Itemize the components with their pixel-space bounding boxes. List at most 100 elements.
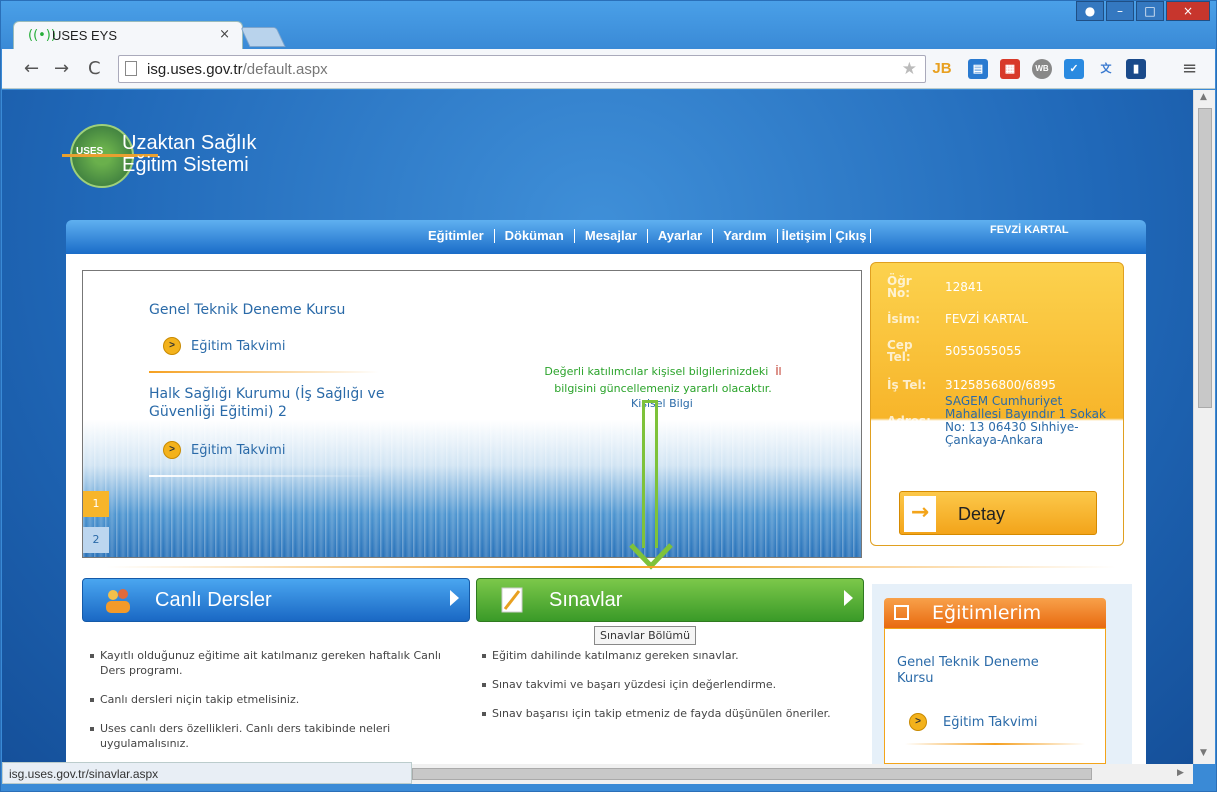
- canli-dersler-header[interactable]: Canlı Dersler: [82, 578, 470, 622]
- menu-iletisim[interactable]: İletişim: [778, 229, 832, 243]
- egitimlerim-course[interactable]: Genel Teknik Deneme Kursu: [897, 655, 1039, 687]
- pencil-paper-icon: [497, 585, 527, 615]
- menu-yardim[interactable]: Yardım: [713, 229, 778, 243]
- egitimlerim-header[interactable]: Eğitimlerim: [884, 598, 1106, 628]
- bookmark-star-icon[interactable]: ★: [902, 59, 917, 79]
- list-item[interactable]: Sınav başarısı için takip etmeniz de fay…: [482, 706, 852, 721]
- cep-value: 5055055055: [945, 344, 1022, 358]
- user-icon[interactable]: ●: [1076, 1, 1104, 21]
- maximize-button[interactable]: □: [1136, 1, 1164, 21]
- ogr-no-value: 12841: [945, 280, 984, 294]
- list-item[interactable]: Sınav takvimi ve başarı yüzdesi için değ…: [482, 677, 852, 692]
- divider: [149, 475, 379, 477]
- sinavlar-tooltip: Sınavlar Bölümü: [594, 626, 697, 645]
- chevron-right-icon: >: [163, 441, 181, 459]
- username: FEVZİ KARTAL: [990, 224, 1069, 236]
- close-icon[interactable]: ×: [219, 27, 230, 42]
- sinavlar-header[interactable]: Sınavlar: [476, 578, 864, 622]
- egitimlerim-body: Genel Teknik Deneme Kursu > Eğitim Takvi…: [884, 628, 1106, 764]
- info-adres: Adres: SAGEM Cumhuriyet Mahallesi Bayınd…: [887, 395, 1106, 447]
- browser-window: ((•)) USES EYS × ● – □ × ← → C isg.uses.…: [0, 0, 1217, 792]
- red-extension-icon[interactable]: ▦: [1000, 59, 1020, 79]
- tab-title: USES EYS: [52, 28, 118, 43]
- menu-dokuman[interactable]: Döküman: [495, 229, 575, 243]
- menu-cikis[interactable]: Çıkış: [831, 229, 872, 243]
- info-key: İş Tel:: [887, 378, 927, 392]
- info-key: Adres:: [887, 414, 931, 428]
- student-info-panel: Öğr No: 12841 İsim: FEVZİ KARTAL Cep Tel: …: [870, 262, 1124, 546]
- notice-il: İl: [775, 365, 782, 378]
- scroll-right-icon[interactable]: ▶: [1177, 768, 1184, 778]
- people-icon: [103, 585, 133, 615]
- menu-icon[interactable]: ≡: [1182, 58, 1197, 79]
- menu-mesajlar[interactable]: Mesajlar: [575, 229, 648, 243]
- new-tab-button[interactable]: [240, 27, 286, 47]
- calendar-extension-icon[interactable]: ▤: [968, 59, 988, 79]
- chevron-right-icon: [450, 590, 459, 606]
- info-key: Öğr No:: [887, 274, 912, 300]
- section-divider: [106, 566, 1116, 568]
- forward-icon[interactable]: →: [54, 58, 69, 79]
- divider: [149, 371, 379, 373]
- menu-links: Eğitimler Döküman Mesajlar Ayarlar Yardı…: [418, 229, 872, 243]
- sinavlar-label: Sınavlar: [549, 589, 623, 611]
- sinavlar-list: Eğitim dahilinde katılmanız gereken sına…: [482, 648, 852, 735]
- minimize-button[interactable]: –: [1106, 1, 1134, 21]
- chevron-right-icon: [844, 590, 853, 606]
- page-viewport: USES Uzaktan Sağlık Eğitim Sistemi Eğiti…: [2, 90, 1193, 764]
- reload-icon[interactable]: C: [88, 58, 101, 79]
- check-extension-icon[interactable]: ✓: [1064, 59, 1084, 79]
- chart-extension-icon[interactable]: ▮: [1126, 59, 1146, 79]
- banner-decoration: [83, 411, 861, 557]
- back-icon[interactable]: ←: [24, 58, 39, 79]
- menu-egitimler[interactable]: Eğitimler: [418, 229, 495, 243]
- translate-extension-icon[interactable]: 文: [1096, 59, 1116, 79]
- detay-button[interactable]: → Detay: [899, 491, 1097, 535]
- scroll-thumb[interactable]: [1198, 108, 1212, 408]
- browser-tab[interactable]: ((•)) USES EYS ×: [13, 21, 243, 49]
- title-bar: ((•)) USES EYS × ● – □ ×: [1, 1, 1216, 49]
- divider: [905, 743, 1085, 745]
- status-bar: isg.uses.gov.tr/sinavlar.aspx: [2, 762, 412, 784]
- url-text: isg.uses.gov.tr/default.aspx: [147, 61, 328, 78]
- horizontal-scroll-thumb[interactable]: [412, 768, 1092, 780]
- list-icon: [894, 605, 909, 620]
- notice-line1: Değerli katılımcılar kişisel bilgilerini…: [544, 365, 769, 378]
- info-cep: Cep Tel: 5055055055: [887, 339, 1021, 363]
- course-2-line2: Güvenliği Eğitimi) 2: [149, 404, 287, 420]
- list-item[interactable]: Uses canlı ders özellikleri. Canlı ders …: [90, 721, 460, 751]
- egitimlerim-takvim-link[interactable]: > Eğitim Takvimi: [909, 713, 1037, 731]
- list-item[interactable]: Kayıtlı olduğunuz eğitime ait katılmanız…: [90, 648, 460, 678]
- address-bar[interactable]: isg.uses.gov.tr/default.aspx ★: [118, 55, 926, 83]
- banner-page-1[interactable]: 1: [83, 491, 109, 517]
- arrow-right-icon: →: [904, 496, 936, 532]
- scroll-down-icon[interactable]: ▼: [1200, 748, 1207, 758]
- banner-page-2[interactable]: 2: [83, 527, 109, 553]
- canli-dersler-list: Kayıtlı olduğunuz eğitime ait katılmanız…: [90, 648, 460, 764]
- close-window-button[interactable]: ×: [1166, 1, 1210, 21]
- isim-value: FEVZİ KARTAL: [945, 312, 1028, 326]
- egitim-takvimi-link-2[interactable]: > Eğitim Takvimi: [163, 441, 285, 459]
- detay-label: Detay: [958, 504, 1006, 524]
- page-icon: [125, 61, 137, 76]
- info-key: Cep Tel:: [887, 338, 913, 364]
- notice-text: Değerli katılımcılar kişisel bilgilerini…: [513, 363, 813, 397]
- site-title-line2: Eğitim Sistemi: [122, 154, 249, 176]
- banner-course-1[interactable]: Genel Teknik Deneme Kursu: [149, 301, 345, 319]
- list-item[interactable]: Eğitim dahilinde katılmanız gereken sına…: [482, 648, 852, 663]
- scroll-up-icon[interactable]: ▲: [1200, 92, 1207, 102]
- is-tel-value: 3125856800/6895: [945, 378, 1056, 392]
- main-menu: Eğitimler Döküman Mesajlar Ayarlar Yardı…: [66, 220, 1146, 254]
- menu-ayarlar[interactable]: Ayarlar: [648, 229, 714, 243]
- jb-extension-icon[interactable]: JB: [932, 59, 952, 79]
- egitim-takvimi-link-1[interactable]: > Eğitim Takvimi: [163, 337, 285, 355]
- banner-course-2[interactable]: Halk Sağlığı Kurumu (İş Sağlığı ve Güven…: [149, 385, 384, 421]
- kisisel-bilgi-link[interactable]: Kişisel Bilgi: [631, 397, 693, 410]
- vertical-scrollbar[interactable]: ▲ ▼: [1193, 90, 1215, 764]
- info-isim: İsim: FEVZİ KARTAL: [887, 313, 1028, 326]
- site-title: Uzaktan Sağlık Eğitim Sistemi: [122, 132, 257, 176]
- list-item[interactable]: Canlı dersleri niçin takip etmelisiniz.: [90, 692, 460, 707]
- green-arrow-annotation: [642, 400, 658, 548]
- wb-extension-icon[interactable]: WB: [1032, 59, 1052, 79]
- info-key: İsim:: [887, 312, 921, 326]
